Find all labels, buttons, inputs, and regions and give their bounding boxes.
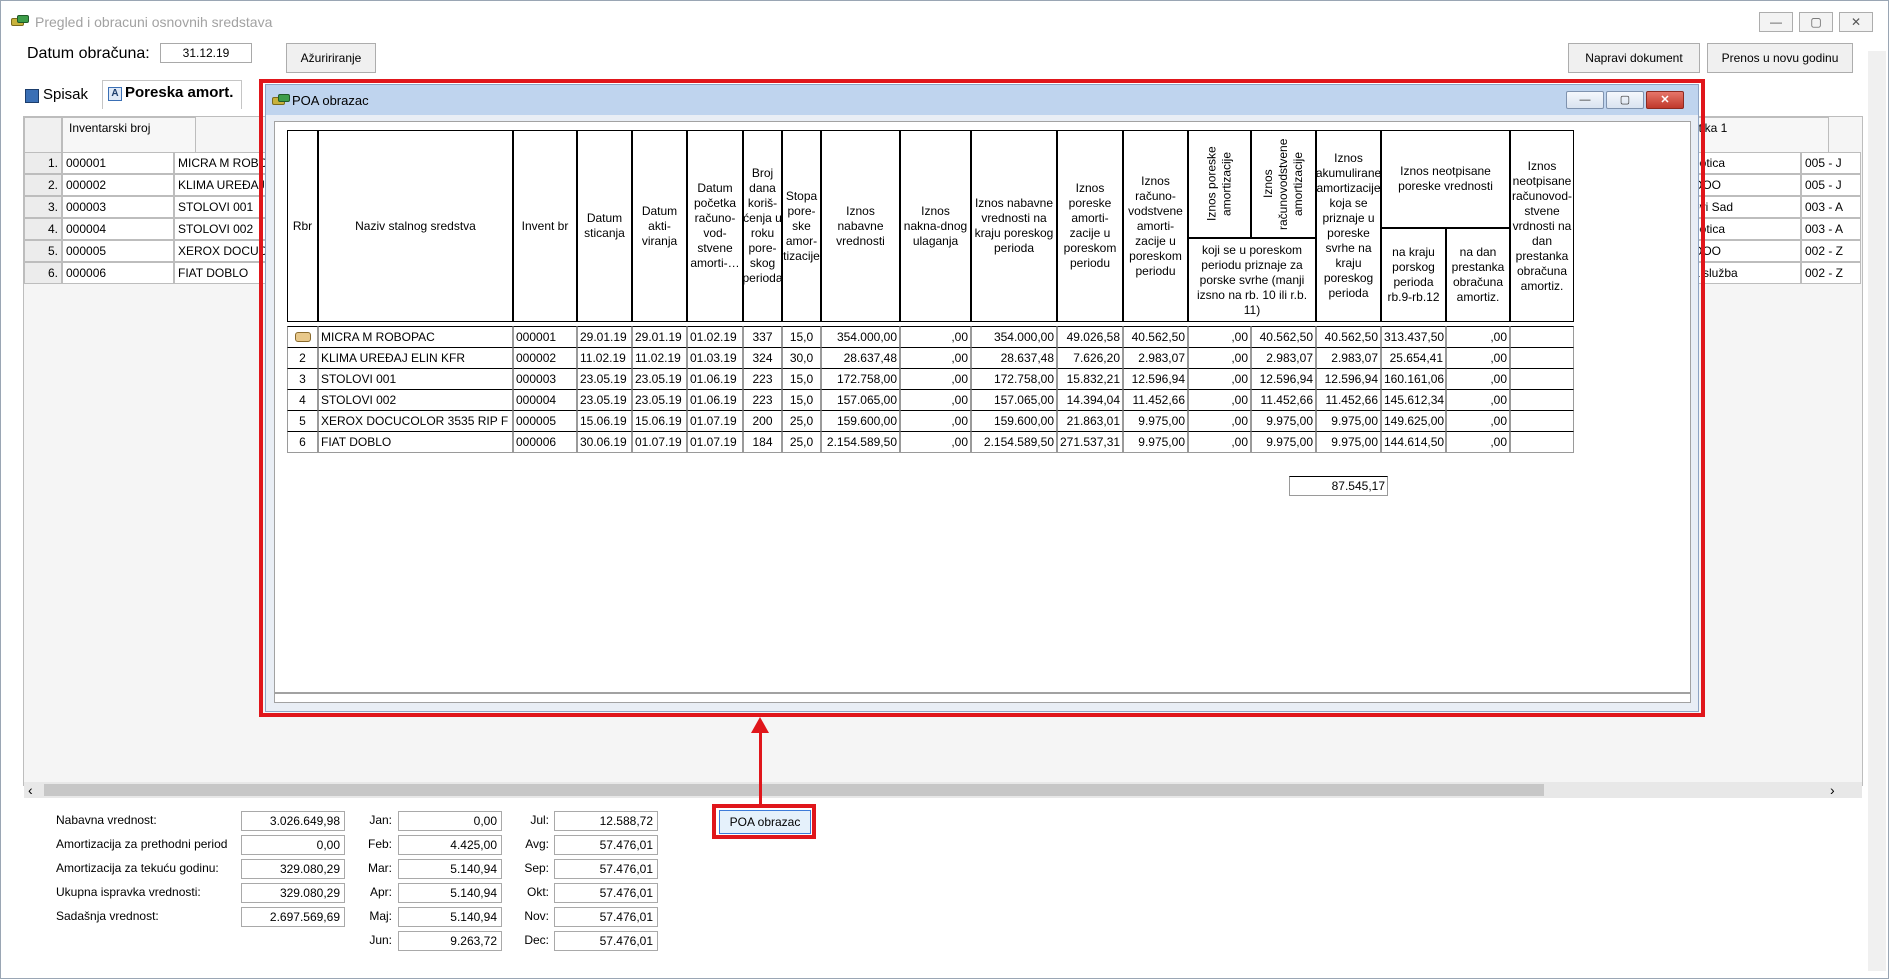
form-icon: A <box>108 87 122 101</box>
dialog-highlight <box>259 79 1705 717</box>
app-icon <box>11 15 29 27</box>
summary-label: Amortizacija za tekuću godinu: <box>56 861 219 875</box>
month-value: 0,00 <box>398 811 502 831</box>
analitika-cell: ovi Sad <box>1689 196 1801 218</box>
summary-label: Ukupna ispravka vrednosti: <box>56 885 201 899</box>
window-title: Pregled i obracuni osnovnih sredstava <box>35 14 273 30</box>
month-value: 4.425,00 <box>398 835 502 855</box>
close-button[interactable]: ✕ <box>1839 12 1873 32</box>
tab-spisak-label: Spisak <box>43 86 89 103</box>
month-label: Jan: <box>369 813 392 827</box>
month-value: 5.140,94 <box>398 907 502 927</box>
main-titlebar: Pregled i obracuni osnovnih sredstava — … <box>1 1 1888 35</box>
analitika-cell: OOO <box>1689 174 1801 196</box>
summary-label: Amortizacija za prethodni period <box>56 837 228 851</box>
analitika-cell: OOO <box>1689 240 1801 262</box>
update-button[interactable]: Ažuririranje <box>286 43 376 73</box>
row-number: 5. <box>24 240 62 262</box>
table-row[interactable]: 6. 000006 FIAT DOBLO <box>24 262 294 284</box>
month-value: 57.476,01 <box>554 907 658 927</box>
table-row[interactable]: 2. 000002 KLIMA UREĐAJ <box>24 174 294 196</box>
month-value: 57.476,01 <box>554 931 658 951</box>
month-value: 5.140,94 <box>398 859 502 879</box>
vertical-scrollbar[interactable] <box>1868 51 1886 971</box>
summary-value: 3.026.649,98 <box>241 811 345 831</box>
row-number: 3. <box>24 196 62 218</box>
analitika-code-cell: 005 - J <box>1801 152 1861 174</box>
date-label: Datum obračuna: <box>27 45 150 62</box>
month-label: Apr: <box>369 885 392 899</box>
inventory-number: 000003 <box>62 196 174 218</box>
maximize-button[interactable]: ▢ <box>1799 12 1833 32</box>
highlight-arrow-head <box>751 717 769 733</box>
summary-value: 329.080,29 <box>241 883 345 903</box>
row-number: 4. <box>24 218 62 240</box>
tab-poreska-amort-label: Poreska amort. <box>125 84 234 101</box>
analitika-code-cell: 002 - Z <box>1801 262 1861 284</box>
inventory-number: 000004 <box>62 218 174 240</box>
summary-value: 2.697.569,69 <box>241 907 345 927</box>
tab-poreska-amort[interactable]: A Poreska amort. <box>102 80 243 109</box>
table-row[interactable]: 4. 000004 STOLOVI 002 <box>24 218 294 240</box>
analitika-code-cell: 003 - A <box>1801 218 1861 240</box>
summary-value: 329.080,29 <box>241 859 345 879</box>
analitika-cell: a služba <box>1689 262 1801 284</box>
month-label: Dec: <box>524 933 549 947</box>
analitika-cell: botica <box>1689 218 1801 240</box>
list-icon <box>25 89 39 103</box>
table-row[interactable]: 1. 000001 MICRA M ROBO <box>24 152 294 174</box>
month-value: 57.476,01 <box>554 883 658 903</box>
grid-corner <box>24 117 62 153</box>
analitika-code-cell: 002 - Z <box>1801 240 1861 262</box>
highlight-arrow-line <box>759 729 762 807</box>
poa-button-highlight <box>712 804 816 839</box>
table-row[interactable]: 3. 000003 STOLOVI 001 <box>24 196 294 218</box>
inventory-number: 000005 <box>62 240 174 262</box>
row-number: 6. <box>24 262 62 284</box>
month-value: 9.263,72 <box>398 931 502 951</box>
month-value: 57.476,01 <box>554 835 658 855</box>
column-header-analitika[interactable]: itika 1 <box>1689 117 1829 153</box>
analitika-code-cell: 005 - J <box>1801 174 1861 196</box>
row-number: 2. <box>24 174 62 196</box>
month-label: Avg: <box>525 837 549 851</box>
month-value: 57.476,01 <box>554 859 658 879</box>
make-document-button[interactable]: Napravi dokument <box>1568 43 1700 73</box>
scroll-right-icon[interactable]: › <box>1830 782 1835 798</box>
table-row[interactable]: 5. 000005 XEROX DOCUC <box>24 240 294 262</box>
inventory-number: 000002 <box>62 174 174 196</box>
column-header-inventarski-broj[interactable]: Inventarski broj <box>62 117 196 153</box>
summary-label: Nabavna vrednost: <box>56 813 157 827</box>
transfer-new-year-button[interactable]: Prenos u novu godinu <box>1707 43 1853 73</box>
row-number: 1. <box>24 152 62 174</box>
horizontal-scrollbar[interactable]: ‹ › <box>24 782 1862 798</box>
scroll-left-icon[interactable]: ‹ <box>28 782 33 798</box>
month-label: Nov: <box>524 909 549 923</box>
month-label: Mar: <box>368 861 392 875</box>
month-value: 12.588,72 <box>554 811 658 831</box>
analitika-cell: botica <box>1689 152 1801 174</box>
analitika-code-cell: 003 - A <box>1801 196 1861 218</box>
month-label: Jun: <box>369 933 392 947</box>
tab-spisak[interactable]: Spisak <box>23 83 88 109</box>
month-label: Sep: <box>524 861 549 875</box>
summary-value: 0,00 <box>241 835 345 855</box>
inventory-number: 000001 <box>62 152 174 174</box>
month-value: 5.140,94 <box>398 883 502 903</box>
inventory-number: 000006 <box>62 262 174 284</box>
summary-label: Sadašnja vrednost: <box>56 909 159 923</box>
scroll-thumb[interactable] <box>44 784 1544 796</box>
month-label: Okt: <box>526 885 549 899</box>
month-label: Jul: <box>530 813 549 827</box>
month-label: Feb: <box>367 837 392 851</box>
minimize-button[interactable]: — <box>1759 12 1793 32</box>
month-label: Maj: <box>369 909 392 923</box>
date-field[interactable]: 31.12.19 <box>160 43 252 63</box>
